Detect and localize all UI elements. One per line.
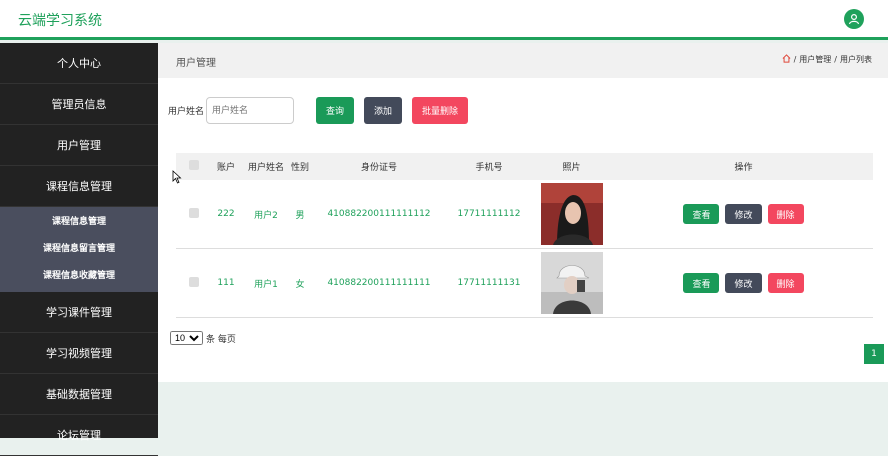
user-photo xyxy=(540,252,603,314)
header-name: 用户姓名 xyxy=(247,163,284,173)
submenu-item-course-favorites[interactable]: 课程信息收藏管理 xyxy=(0,263,158,290)
batch-delete-button[interactable]: 批量删除 xyxy=(412,96,469,124)
breadcrumb-item-user-management[interactable]: 用户管理 xyxy=(799,54,831,65)
header-actions: 操作 xyxy=(734,163,753,173)
submenu-item-course-comments[interactable]: 课程信息留言管理 xyxy=(0,236,158,263)
submenu-item-course-info[interactable]: 课程信息管理 xyxy=(0,209,158,236)
header-id-number: 身份证号 xyxy=(360,163,397,173)
table-row: 111 用户1 女 410882200111111111 17711111131… xyxy=(176,249,873,318)
cell-id-number: 410882200111111112 xyxy=(327,209,431,219)
cell-phone: 17711111112 xyxy=(457,209,521,219)
breadcrumb-separator: / xyxy=(793,55,797,64)
table-row: 222 用户2 男 410882200111111112 17711111112… xyxy=(176,180,873,249)
header-photo: 照片 xyxy=(562,163,581,173)
cell-id-number: 410882200111111111 xyxy=(327,278,431,288)
search-label: 用户姓名 xyxy=(168,106,205,117)
sidebar-item-forum[interactable]: 论坛管理 xyxy=(0,415,158,456)
header-gender: 性别 xyxy=(291,163,310,173)
cell-account: 222 xyxy=(217,209,235,219)
sidebar-item-course-management[interactable]: 课程信息管理 xyxy=(0,166,158,207)
user-photo xyxy=(540,183,603,245)
cell-name: 用户2 xyxy=(254,210,278,221)
sidebar-item-videos[interactable]: 学习视频管理 xyxy=(0,333,158,374)
sidebar-item-courseware[interactable]: 学习课件管理 xyxy=(0,292,158,333)
cell-phone: 17711111131 xyxy=(457,278,521,288)
edit-button[interactable]: 修改 xyxy=(725,204,762,224)
sidebar-item-user-management[interactable]: 用户管理 xyxy=(0,125,158,166)
sidebar: 个人中心 管理员信息 用户管理 课程信息管理 课程信息管理 课程信息留言管理 课… xyxy=(0,43,158,456)
view-button[interactable]: 查看 xyxy=(683,204,720,224)
search-input[interactable] xyxy=(206,96,295,124)
row-checkbox[interactable] xyxy=(188,207,199,218)
search-bar: 用户姓名 查询 添加 批量删除 xyxy=(168,96,469,124)
cell-name: 用户1 xyxy=(254,279,278,290)
sidebar-item-basic-data[interactable]: 基础数据管理 xyxy=(0,374,158,415)
page-header: 用户管理 / 用户管理 / 用户列表 xyxy=(158,43,888,78)
cell-account: 111 xyxy=(217,278,235,288)
page-size-select[interactable]: 10 xyxy=(170,331,203,345)
add-button[interactable]: 添加 xyxy=(364,96,403,124)
per-page-label: 条 每页 xyxy=(206,334,236,345)
breadcrumb-separator: / xyxy=(834,55,837,64)
sidebar-item-personal-center[interactable]: 个人中心 xyxy=(0,43,158,84)
breadcrumb: / 用户管理 / 用户列表 xyxy=(782,54,872,65)
select-all-checkbox[interactable] xyxy=(188,160,199,170)
brand-title: 云端学习系统 xyxy=(18,13,102,29)
table-header: 账户 用户姓名 性别 身份证号 手机号 照片 操作 xyxy=(176,153,873,180)
page-size-control: 10 条 每页 xyxy=(170,331,236,345)
main-content: 用户管理 / 用户管理 / 用户列表 用户姓名 查询 添加 批量删除 账户 用户… xyxy=(158,43,888,382)
delete-button[interactable]: 删除 xyxy=(767,204,804,224)
header-account: 账户 xyxy=(216,163,235,173)
home-icon[interactable] xyxy=(782,54,791,65)
sidebar-item-admin-info[interactable]: 管理员信息 xyxy=(0,84,158,125)
breadcrumb-item-user-list: 用户列表 xyxy=(840,55,872,64)
sidebar-submenu: 课程信息管理 课程信息留言管理 课程信息收藏管理 xyxy=(0,207,158,292)
top-header: 云端学习系统 xyxy=(0,0,888,40)
page-title: 用户管理 xyxy=(176,58,216,69)
page-number-button[interactable]: 1 xyxy=(864,344,884,364)
delete-button[interactable]: 删除 xyxy=(767,273,804,293)
mouse-cursor-icon xyxy=(172,170,182,184)
user-avatar-icon[interactable] xyxy=(844,9,864,29)
edit-button[interactable]: 修改 xyxy=(725,273,762,293)
row-checkbox[interactable] xyxy=(188,276,199,287)
view-button[interactable]: 查看 xyxy=(683,273,720,293)
cell-gender: 女 xyxy=(295,279,305,290)
header-phone: 手机号 xyxy=(475,163,503,173)
cell-gender: 男 xyxy=(295,210,305,221)
user-table: 账户 用户姓名 性别 身份证号 手机号 照片 操作 222 用户2 男 4108… xyxy=(176,153,873,318)
query-button[interactable]: 查询 xyxy=(316,96,355,124)
